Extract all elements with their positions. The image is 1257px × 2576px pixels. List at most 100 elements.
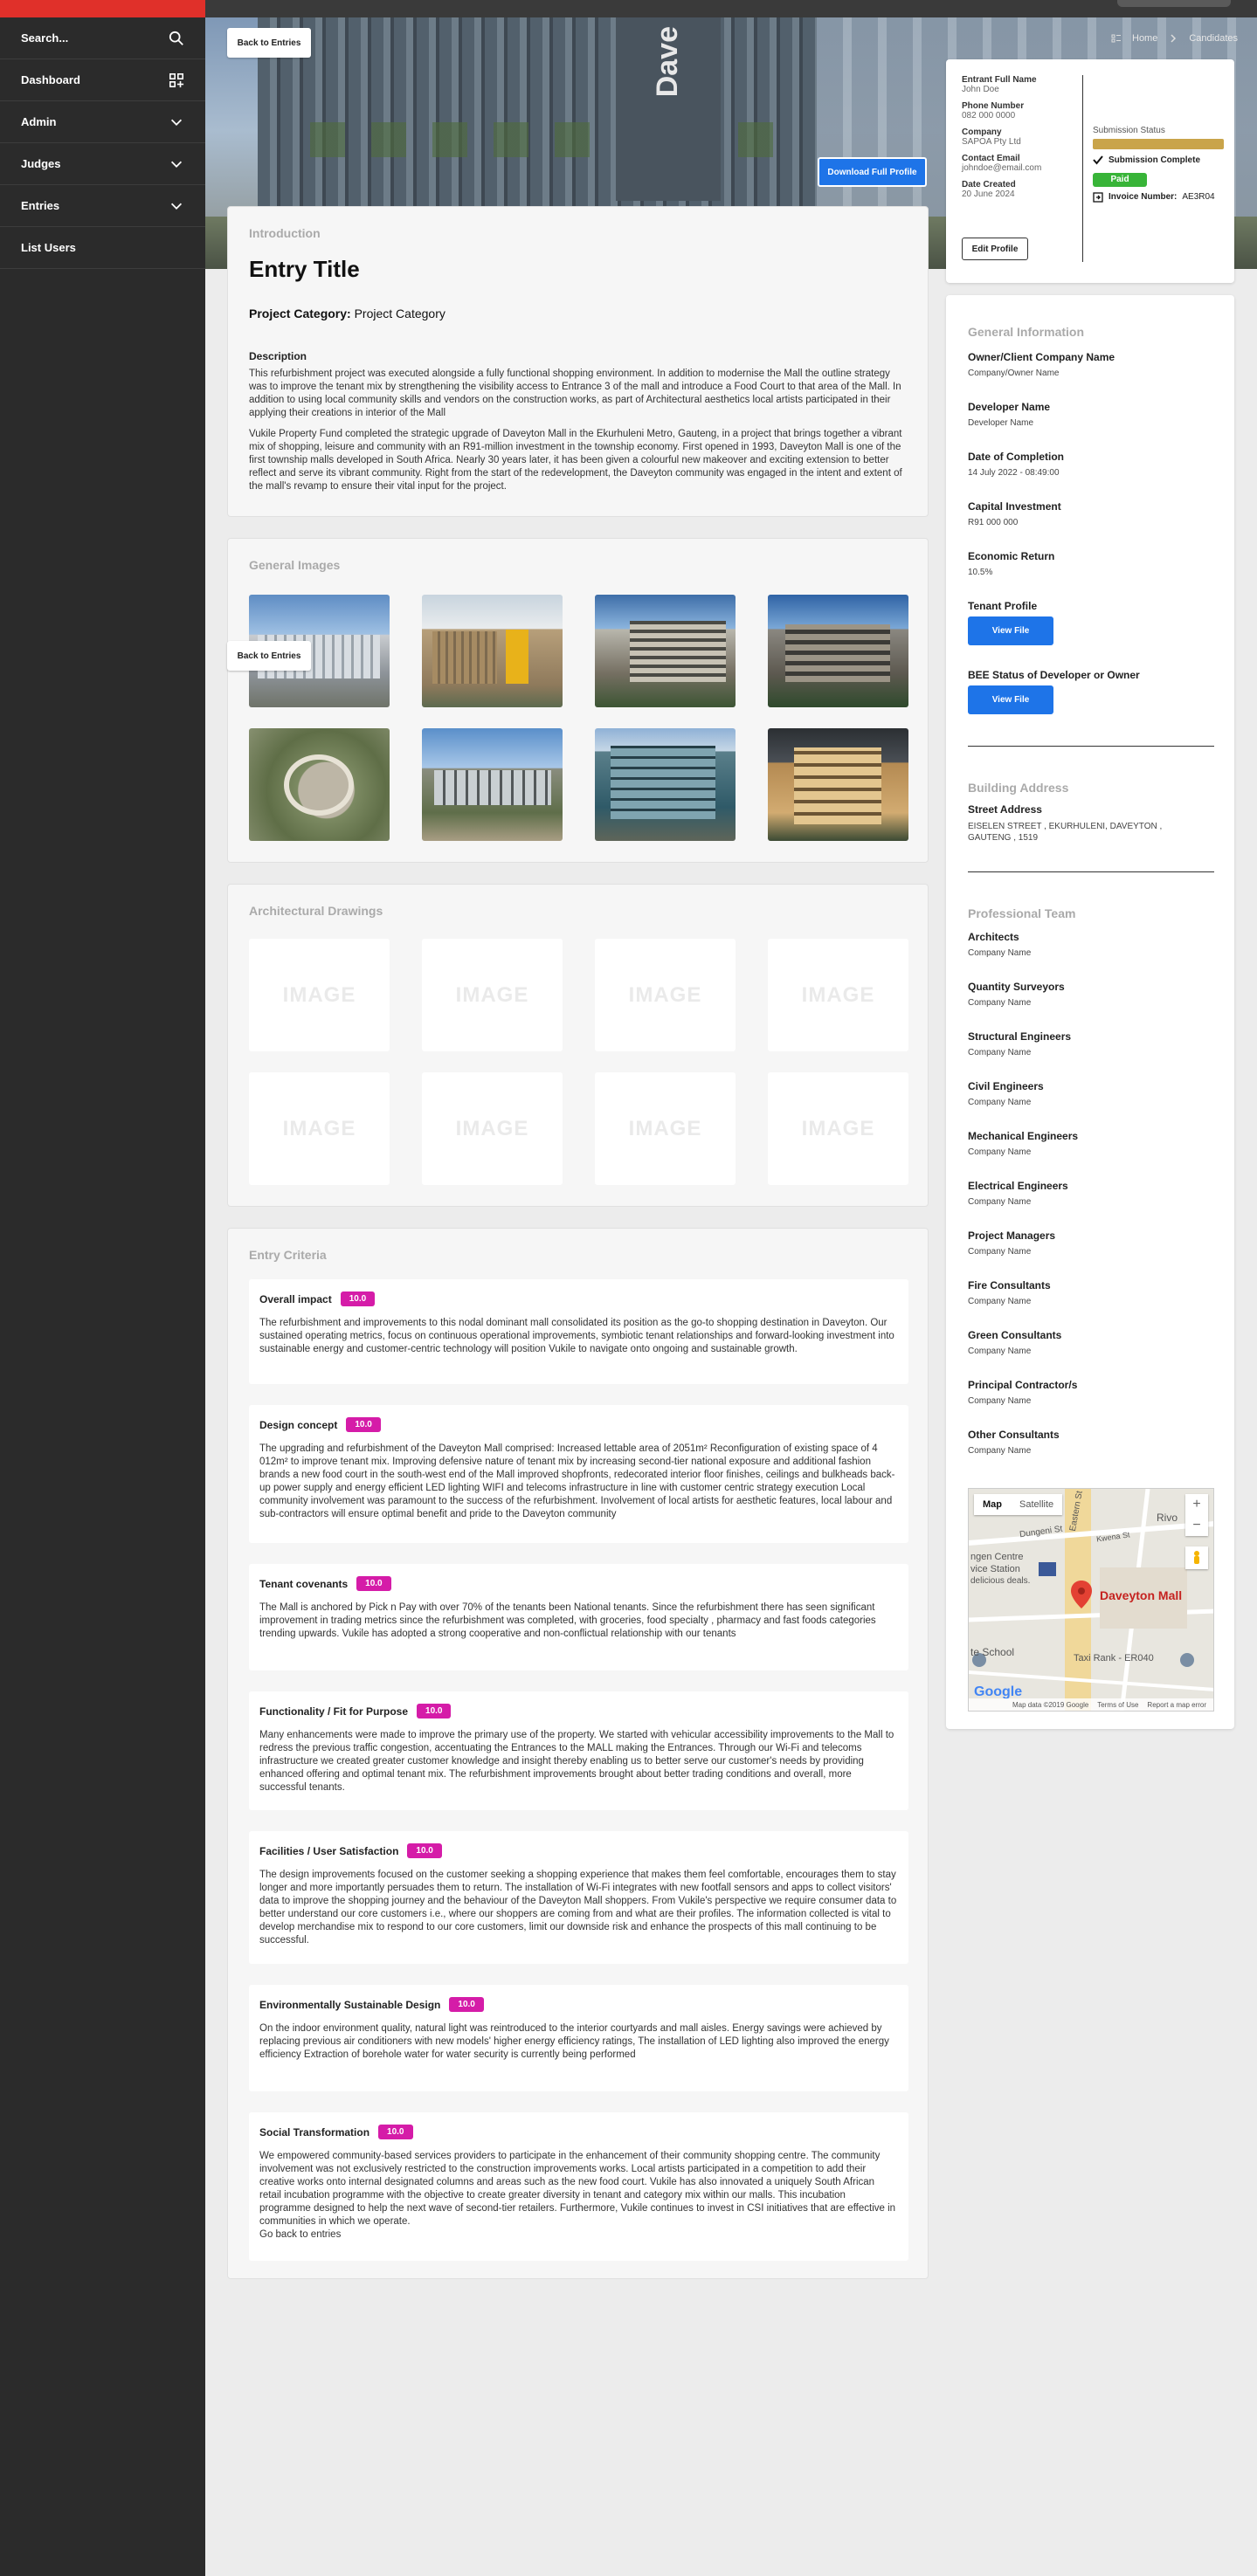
invoice-link-icon[interactable] [1093,191,1103,203]
drawing-placeholder: IMAGE [422,939,563,1051]
gallery-image[interactable] [768,595,908,707]
satellite-tab[interactable]: Satellite [1011,1494,1062,1515]
top-bar [205,0,1257,17]
map-tab[interactable]: Map [974,1494,1011,1515]
search-label: Search... [21,31,69,45]
back-to-entries-button[interactable]: Back to Entries [227,28,311,58]
criteria-card: Facilities / User Satisfaction 10.0 The d… [249,1831,908,1964]
zoom-out-button[interactable]: − [1185,1515,1208,1536]
gallery-image[interactable] [595,728,736,841]
introduction-heading: Introduction [249,226,321,240]
description-text: This refurbishment project was executed … [249,368,906,501]
criteria-name: Tenant covenants [259,1577,349,1590]
sidebar-item-label: Entries [21,199,60,212]
google-logo-text: Google [974,1684,1023,1699]
edit-profile-button[interactable]: Edit Profile [962,238,1028,260]
chevron-down-icon [170,161,183,168]
criteria-text: Many enhancements were made to improve t… [259,1730,894,1793]
investment-label: Capital Investment [968,500,1061,513]
map-pin-icon[interactable] [1070,1580,1093,1609]
team-role: Architects [968,931,1019,943]
map-report-link[interactable]: Report a map error [1147,1701,1206,1709]
view-tenant-file-button[interactable]: View File [968,616,1053,645]
drawing-placeholder: IMAGE [768,1072,908,1185]
general-images-heading: General Images [249,558,341,572]
score-badge: 10.0 [449,1997,484,2012]
entry-criteria-heading: Entry Criteria [249,1248,327,1262]
owner-value: Company/Owner Name [968,368,1060,378]
map-terms-link[interactable]: Terms of Use [1097,1701,1138,1709]
dashboard-grid-icon [169,72,184,87]
gallery-image[interactable] [422,595,563,707]
sidebar-item-label: Admin [21,115,57,128]
street-view-pegman-icon[interactable] [1185,1546,1208,1569]
download-full-profile-button[interactable]: Download Full Profile [818,157,927,187]
drawing-placeholder: IMAGE [595,1072,736,1185]
score-badge: 10.0 [407,1843,442,1858]
sidebar-search[interactable]: Search... [0,17,205,59]
phone-label: Phone Number [962,101,1025,111]
drawings-grid: IMAGE IMAGE IMAGE IMAGE IMAGE IMAGE IMAG… [249,939,908,1185]
view-bee-file-button[interactable]: View File [968,685,1053,714]
sidebar-item-label: List Users [21,241,76,254]
sidebar-item-judges[interactable]: Judges [0,143,205,185]
team-role: Project Managers [968,1229,1056,1242]
team-company: Company Name [968,1048,1032,1057]
zoom-in-button[interactable]: + [1185,1494,1208,1515]
submission-status-label: Submission Status [1093,126,1165,135]
drawing-placeholder: IMAGE [768,939,908,1051]
drawing-placeholder: IMAGE [249,1072,390,1185]
developer-value: Developer Name [968,418,1034,428]
sidebar-item-entries[interactable]: Entries [0,185,205,227]
drawing-placeholder: IMAGE [422,1072,563,1185]
profile-divider [1082,75,1083,262]
sidebar-item-list-users[interactable]: List Users [0,227,205,269]
architectural-drawings-heading: Architectural Drawings [249,904,383,918]
breadcrumb-home[interactable]: Home [1132,33,1157,44]
sidebar-item-label: Dashboard [21,73,80,86]
sidebar-item-dashboard[interactable]: Dashboard [0,59,205,101]
top-bar-tab [1117,0,1231,7]
gallery-image[interactable] [422,728,563,841]
description-label: Description [249,350,307,362]
home-icon [1111,34,1121,43]
criteria-name: Design concept [259,1418,338,1431]
entrant-name-value: John Doe [962,85,999,94]
gallery-image[interactable] [595,595,736,707]
team-company: Company Name [968,1098,1032,1107]
drawing-placeholder: IMAGE [595,939,736,1051]
score-badge: 10.0 [356,1576,391,1591]
criteria-card: Tenant covenants 10.0 The Mall is anchore… [249,1564,908,1670]
return-value: 10.5% [968,568,993,577]
back-to-entries-button[interactable]: Back to Entries [227,641,311,671]
sidebar-item-admin[interactable]: Admin [0,101,205,143]
developer-label: Developer Name [968,401,1051,413]
team-role: Quantity Surveyors [968,981,1065,993]
location-map[interactable]: Map Satellite + − ngen Centre vice Stati… [968,1488,1214,1712]
invoice-value: AE3R04 [1182,192,1215,202]
submission-complete-row: Submission Complete [1093,155,1224,165]
street-address-value: EISELEN STREET , EKURHULENI, DAVEYTON , … [968,822,1163,843]
description-paragraph: This refurbishment project was executed … [249,368,901,418]
gallery-image[interactable] [249,728,390,841]
map-type-tabs: Map Satellite [974,1494,1063,1515]
bee-status-label: BEE Status of Developer or Owner [968,669,1140,681]
team-role: Civil Engineers [968,1080,1044,1092]
team-company: Company Name [968,1197,1032,1207]
return-label: Economic Return [968,550,1055,562]
go-back-link[interactable]: Go back to entries [259,2228,898,2242]
criteria-card: Functionality / Fit for Purpose 10.0 Many… [249,1691,908,1810]
breadcrumb-current[interactable]: Candidates [1189,33,1238,44]
map-footer: Map data ©2019 Google Terms of Use Repor… [969,1698,1213,1711]
architectural-drawings-panel: Architectural Drawings IMAGE IMAGE IMAGE… [227,884,929,1207]
map-place-name: Daveyton Mall [1100,1588,1183,1602]
map-label: vice Station [970,1564,1020,1574]
team-role: Structural Engineers [968,1030,1072,1043]
paid-badge: Paid [1093,172,1147,187]
criteria-name: Social Transformation [259,2125,370,2139]
criteria-text: The Mall is anchored by Pick n Pay with … [259,1602,876,1639]
completion-label: Date of Completion [968,451,1064,463]
team-company: Company Name [968,948,1032,958]
gallery-image[interactable] [768,728,908,841]
hero-sign-text: Dave [651,26,684,98]
